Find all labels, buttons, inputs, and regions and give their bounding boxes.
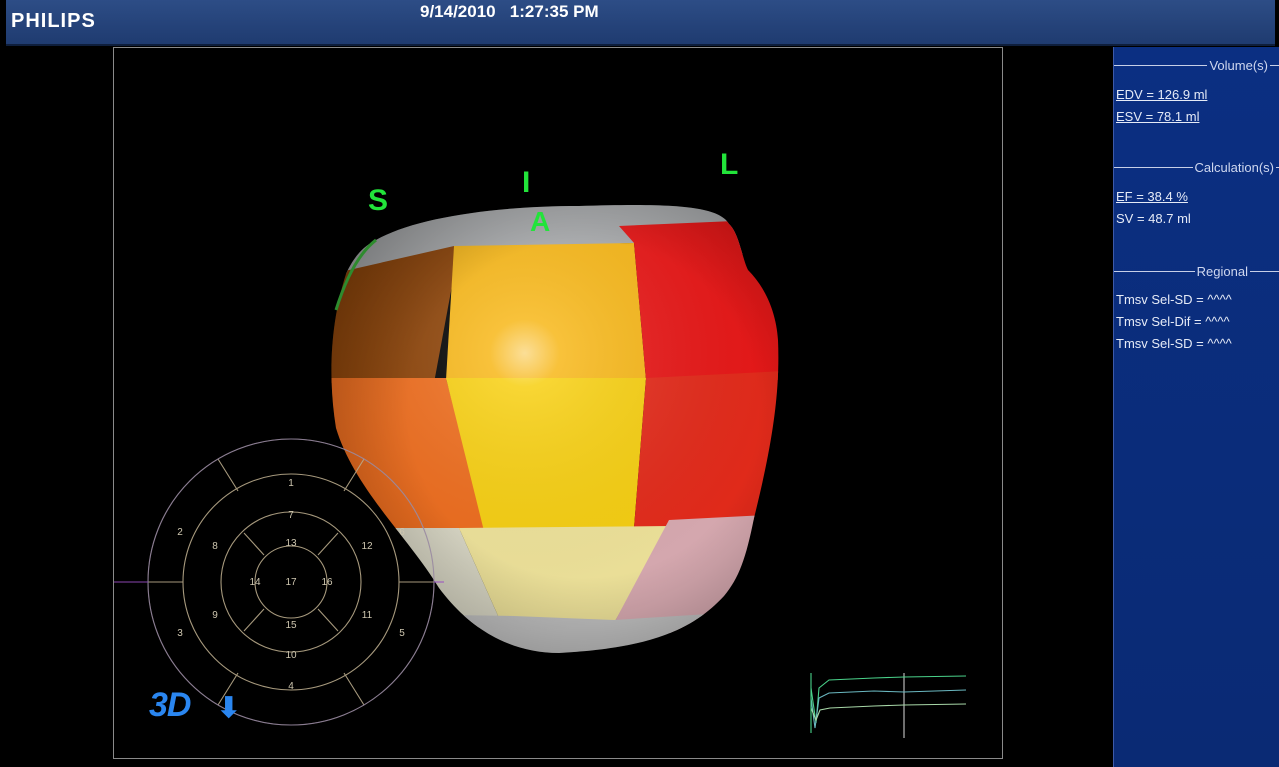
esv-value[interactable]: ESV = 78.1 ml [1116,109,1199,124]
orientation-label-i: I [522,166,531,199]
regional-item: Tmsv Sel-Dif = ^^^^ [1116,314,1230,329]
bullseye-segment-label: 6 [399,527,405,538]
ventricle-model[interactable]: 1234567891011121314151617 [114,48,1002,758]
bullseye-segment-label: 13 [285,538,297,549]
sv-value: SV = 48.7 ml [1116,211,1191,226]
bullseye-segment-label: 1 [288,478,294,489]
title-bar: PHILIPS 9/14/2010 1:27:35 PM [6,0,1275,46]
ecg-trace [810,673,967,738]
bullseye-segment-label: 12 [361,541,373,552]
bullseye-segment-label: 16 [321,577,333,588]
orientation-label-l: L [720,148,739,181]
date-time: 9/14/2010 1:27:35 PM [420,2,599,21]
bullseye-segment-label: 4 [288,681,294,692]
3d-viewport[interactable]: 1 2 3 4 5 6 7 8 9 10 11 12 13 14 15 16 17 S I L A 3D ⬇ [113,47,1003,759]
bullseye-segment-label: 8 [212,541,218,552]
volumes-header: Volume(s) [1114,55,1279,75]
calculations-header: Calculation(s) [1114,157,1279,177]
bullseye-segment-label: 10 [285,650,297,661]
philips-logo: PHILIPS [11,10,96,32]
3d-mode-badge: 3D [149,686,191,724]
bullseye-segment-label: 15 [285,620,297,631]
bullseye-segment-label: 5 [399,628,405,639]
down-arrow-icon: ⬇ [217,692,241,723]
regional-header: Regional [1114,261,1279,281]
bullseye-segment-label: 3 [177,628,183,639]
bullseye-segment-label: 14 [249,577,261,588]
measurements-panel: Volume(s) EDV = 126.9 ml ESV = 78.1 ml C… [1113,47,1279,767]
bullseye-segment-label: 9 [212,610,218,621]
bullseye-segment-label: 7 [288,510,294,521]
orientation-label-a: A [530,206,551,237]
orientation-label-s: S [368,184,389,217]
edv-value[interactable]: EDV = 126.9 ml [1116,87,1207,102]
regional-item: Tmsv Sel-SD = ^^^^ [1116,336,1232,351]
bullseye-segment-label: 2 [177,527,183,538]
bullseye-segment-label: 11 [362,610,373,621]
regional-item: Tmsv Sel-SD = ^^^^ [1116,292,1232,307]
bullseye-segment-label: 17 [285,577,297,588]
ef-value[interactable]: EF = 38.4 % [1116,189,1188,204]
